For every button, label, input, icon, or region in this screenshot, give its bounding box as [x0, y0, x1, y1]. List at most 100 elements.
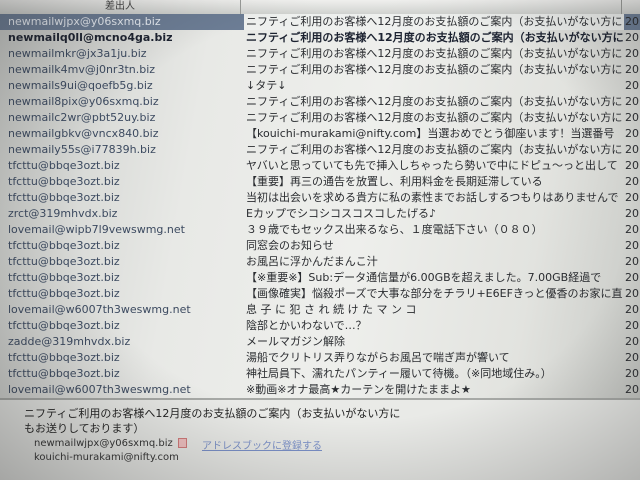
add-to-addressbook-link[interactable]: アドレスブックに登録する — [202, 437, 322, 452]
message-subject: ニフティご利用のお客様へ12月度のお支払額のご案内（お支払いがない方に — [246, 63, 623, 76]
message-subject: ヤバいと思っていても先で挿入しちゃったら勢いで中にドピュ〜っと出して — [246, 159, 618, 172]
message-row[interactable]: newmailmkr@jx3a1ju.biz ニフティご利用のお客様へ12月度のお… — [0, 46, 640, 62]
message-date: 20 — [625, 319, 639, 332]
message-subject: 【※重要※】Sub:データ通信量が6.00GBを超えました。7.00GB経過で — [246, 271, 602, 284]
message-sender: newmailgbkv@vncx840.biz — [8, 127, 159, 140]
message-sender: newmail8pix@y06sxmq.biz — [8, 95, 159, 108]
message-date: 20 — [625, 95, 639, 108]
message-row[interactable]: lovemail@w6007th3weswmg.net 息 子 に 犯 さ れ 続… — [0, 302, 640, 318]
message-row[interactable]: tfcttu@bbqe3ozt.biz 【重要】再三の通告を放置し、利用料金を長期… — [0, 174, 640, 190]
message-date: 20 — [625, 255, 639, 268]
message-subject: 陰部とかいわないで…？ — [246, 319, 367, 332]
message-row[interactable]: newmails9ui@qoefb5g.biz ↓タテ↓ 20 — [0, 78, 640, 94]
message-sender: tfcttu@bbqe3ozt.biz — [8, 351, 120, 364]
message-row[interactable]: newmail8pix@y06sxmq.biz ニフティご利用のお客様へ12月度の… — [0, 94, 640, 110]
message-sender: tfcttu@bbqe3ozt.biz — [8, 367, 120, 380]
message-date: 20 — [625, 303, 639, 316]
message-sender: newmaily55s@i77839h.biz — [8, 143, 156, 156]
message-sender: lovemail@w6007th3weswmg.net — [8, 383, 191, 396]
message-sender: newmailk4mv@j0nr3tn.biz — [8, 63, 156, 76]
message-row[interactable]: newmailk4mv@j0nr3tn.biz ニフティご利用のお客様へ12月度の… — [0, 62, 640, 78]
preview-sender-address: newmailwjpx@y06sxmq.biz — [34, 438, 173, 449]
message-list: newmailwjpx@y06sxmq.biz ニフティご利用のお客様へ12月度の… — [0, 14, 640, 398]
message-subject: 【画像確実】悩殺ポーズで大事な部分をチラリ+E6EFきっと優香のお家に直 — [246, 287, 623, 300]
message-date: 20 — [625, 63, 639, 76]
message-date: 20 — [625, 383, 639, 396]
message-date: 20 — [625, 79, 639, 92]
preview-pane: ニフティご利用のお客様へ12月度のお支払額のご案内（お支払いがない方にもお送りし… — [0, 398, 640, 480]
message-date: 20 — [625, 223, 639, 236]
message-sender: tfcttu@bbqe3ozt.biz — [8, 191, 120, 204]
message-row[interactable]: lovemail@w6007th3weswmg.net ※動画※オナ最高★カーテン… — [0, 382, 640, 398]
preview-recipient-address: kouichi-murakami@nifty.com — [34, 452, 179, 463]
message-sender: tfcttu@bbqe3ozt.biz — [8, 239, 120, 252]
message-row[interactable]: tfcttu@bbqe3ozt.biz 陰部とかいわないで…？ 20 — [0, 318, 640, 334]
message-subject: Eカップでシコシコスコスコしたげる♪ — [246, 207, 436, 220]
message-date: 20 — [625, 127, 639, 140]
message-date: 20 — [625, 159, 639, 172]
message-sender: newmails9ui@qoefb5g.biz — [8, 79, 153, 92]
message-subject: ３９歳でもセックス出来るなら、１度電話下さい（０８０） — [246, 223, 543, 236]
preview-subject: ニフティご利用のお客様へ12月度のお支払額のご案内（お支払いがない方にもお送りし… — [24, 407, 401, 435]
message-subject: 【重要】再三の通告を放置し、利用料金を長期延滞している — [246, 175, 543, 188]
message-sender: lovemail@wipb7l9vewswmg.net — [8, 223, 185, 236]
message-row[interactable]: tfcttu@bbqe3ozt.biz ヤバいと思っていても先で挿入しちゃったら勢… — [0, 158, 640, 174]
message-subject: 【kouichi-murakami@nifty.com】当選おめでとう御座います… — [246, 127, 615, 140]
message-subject: ニフティご利用のお客様へ12月度のお支払額のご案内（お支払いがない方に — [246, 111, 623, 124]
message-subject: ニフティご利用のお客様へ12月度のお支払額のご案内（お支払いがない方に — [244, 14, 624, 30]
message-row[interactable]: tfcttu@bbqe3ozt.biz 湯船でクリトリス弄りながらお風呂で喘ぎ声が… — [0, 350, 640, 366]
message-subject: メールマガジン解除 — [246, 335, 345, 348]
message-list-header: 差出人 — [0, 0, 640, 15]
message-sender: lovemail@w6007th3weswmg.net — [8, 303, 191, 316]
message-sender: tfcttu@bbqe3ozt.biz — [8, 319, 120, 332]
message-subject: 同窓会のお知らせ — [246, 239, 334, 252]
message-sender: newmailmkr@jx3a1ju.biz — [8, 47, 147, 60]
message-subject: 息 子 に 犯 さ れ 続 け た マ ン コ — [246, 303, 417, 316]
message-date: 20 — [625, 191, 639, 204]
message-date: 20 — [625, 15, 639, 28]
message-date: 20 — [625, 351, 639, 364]
message-row[interactable]: newmaily55s@i77839h.biz ニフティご利用のお客様へ12月度の… — [0, 142, 640, 158]
message-sender: tfcttu@bbqe3ozt.biz — [8, 175, 120, 188]
message-date: 20 — [625, 111, 639, 124]
message-subject: ニフティご利用のお客様へ12月度のお支払額のご案内（お支払いがない方に — [246, 95, 623, 108]
message-row[interactable]: tfcttu@bbqe3ozt.biz 当初は出会いを求める貴方に私の素性までお話… — [0, 190, 640, 206]
message-row[interactable]: zrct@319mhvdx.biz Eカップでシコシコスコスコしたげる♪ 20 — [0, 206, 640, 222]
message-row[interactable]: newmailc2wr@pbt52uy.biz ニフティご利用のお客様へ12月度の… — [0, 110, 640, 126]
message-sender: newmailwjpx@y06sxmq.biz — [8, 15, 161, 28]
message-sender: tfcttu@bbqe3ozt.biz — [8, 159, 120, 172]
message-date: 20 — [625, 367, 639, 380]
message-row[interactable]: zadde@319mhvdx.biz メールマガジン解除 20 — [0, 334, 640, 350]
message-sender: newmailc2wr@pbt52uy.biz — [8, 111, 156, 124]
message-subject: 当初は出会いを求める貴方に私の素性までお話しするつもりはありませんで — [246, 191, 619, 204]
message-subject: ニフティご利用のお客様へ12月度のお支払額のご案内（お支払いがない方に — [246, 31, 624, 44]
message-date: 20 — [625, 175, 639, 188]
message-sender: tfcttu@bbqe3ozt.biz — [8, 271, 120, 284]
message-subject: ※動画※オナ最高★カーテンを開けたままよ★ — [246, 383, 471, 396]
message-subject: 神社局員下、濡れたパンティー履いて待機。（※同地域住み。） — [246, 367, 552, 380]
message-row[interactable]: tfcttu@bbqe3ozt.biz 【画像確実】悩殺ポーズで大事な部分をチラリ… — [0, 286, 640, 302]
message-row[interactable]: newmailwjpx@y06sxmq.biz ニフティご利用のお客様へ12月度の… — [0, 14, 640, 30]
message-date: 20 — [625, 143, 639, 156]
message-subject: 湯船でクリトリス弄りながらお風呂で喘ぎ声が響いて — [246, 351, 510, 364]
message-date: 20 — [625, 239, 639, 252]
message-row[interactable]: newmailgbkv@vncx840.biz 【kouichi-murakami… — [0, 126, 640, 142]
message-date: 20 — [625, 47, 639, 60]
message-row[interactable]: newmailq0ll@mcno4ga.biz ニフティご利用のお客様へ12月度の… — [0, 30, 640, 46]
column-header-sender[interactable]: 差出人 — [0, 0, 241, 14]
addressbook-icon[interactable] — [178, 438, 187, 448]
message-subject: ニフティご利用のお客様へ12月度のお支払額のご案内（お支払いがない方に — [246, 143, 623, 156]
message-sender: tfcttu@bbqe3ozt.biz — [8, 287, 120, 300]
message-sender: tfcttu@bbqe3ozt.biz — [8, 255, 120, 268]
message-row[interactable]: tfcttu@bbqe3ozt.biz 同窓会のお知らせ 20 — [0, 238, 640, 254]
column-header-subject[interactable] — [241, 0, 622, 14]
message-sender: zrct@319mhvdx.biz — [8, 207, 118, 220]
message-sender: newmailq0ll@mcno4ga.biz — [8, 31, 173, 44]
message-subject: お風呂に浮かんだまんこ汁 — [246, 255, 378, 268]
message-date: 20 — [625, 207, 639, 220]
message-row[interactable]: tfcttu@bbqe3ozt.biz お風呂に浮かんだまんこ汁 20 — [0, 254, 640, 270]
message-date: 20 — [625, 271, 639, 284]
message-row[interactable]: tfcttu@bbqe3ozt.biz 神社局員下、濡れたパンティー履いて待機。（… — [0, 366, 640, 382]
message-row[interactable]: lovemail@wipb7l9vewswmg.net ３９歳でもセックス出来るな… — [0, 222, 640, 238]
message-row[interactable]: tfcttu@bbqe3ozt.biz 【※重要※】Sub:データ通信量が6.00… — [0, 270, 640, 286]
